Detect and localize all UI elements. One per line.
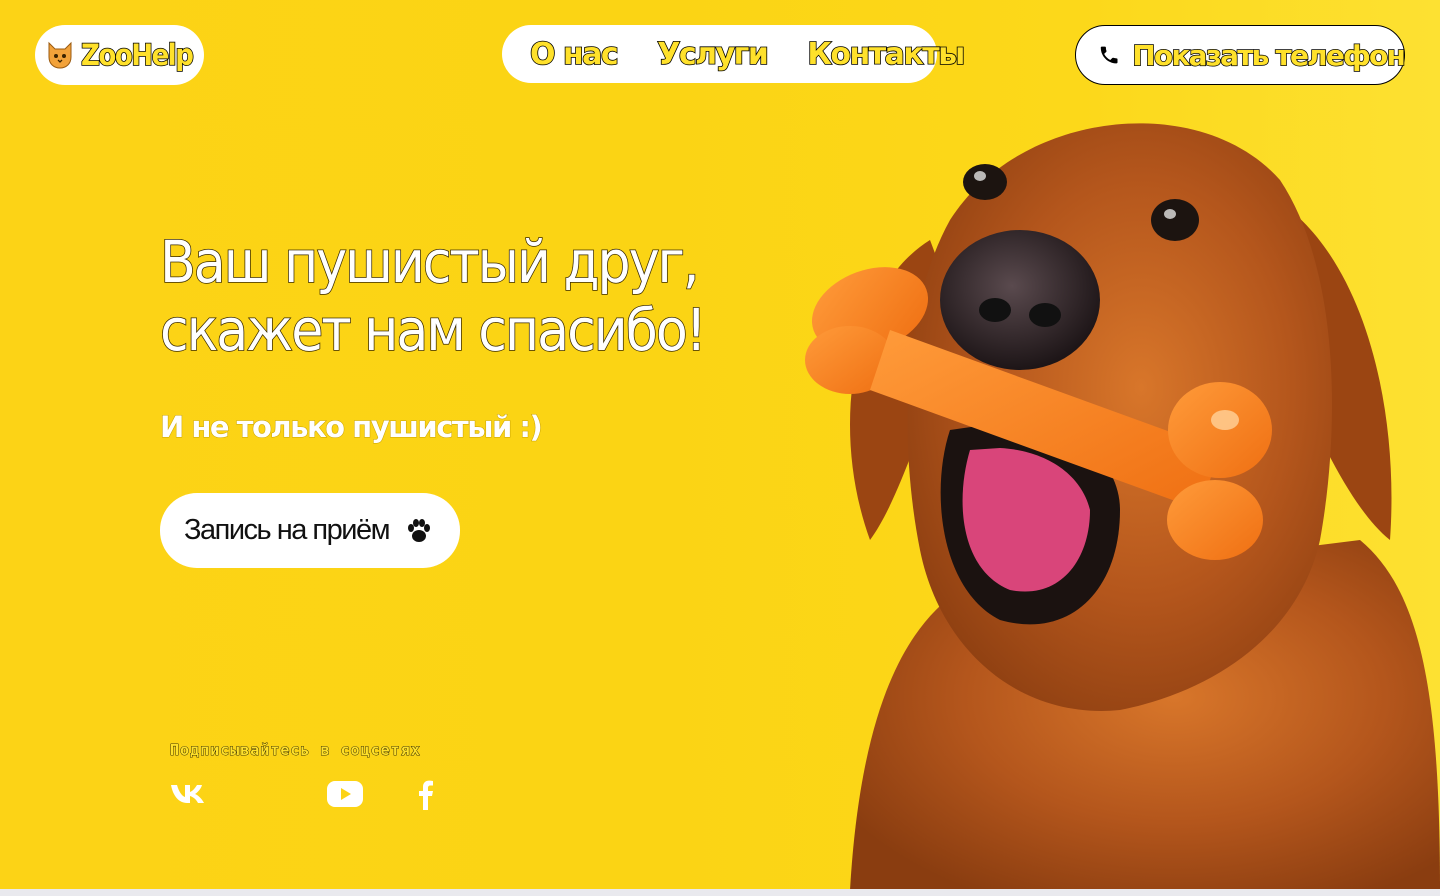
book-appointment-button[interactable]: Запись на приём: [160, 493, 460, 568]
facebook-icon: [419, 780, 433, 810]
youtube-link[interactable]: [326, 774, 364, 814]
hero-subtitle: И не только пушистый :): [159, 410, 543, 445]
vk-link[interactable]: [168, 774, 210, 814]
paw-icon: [408, 518, 431, 542]
dog-photo: [805, 123, 1440, 890]
hero-section: ZooHelp О нас Услуги Контакты Показать т…: [0, 0, 1440, 890]
logo-text: ZooHelp: [80, 37, 194, 73]
phone-icon: [1100, 46, 1118, 64]
facebook-link[interactable]: [414, 774, 436, 814]
cat-face-icon: [43, 38, 77, 72]
socials-caption: Подписывайтесь в соцсетях: [170, 741, 421, 760]
nav-link-contacts[interactable]: Контакты: [807, 36, 966, 73]
show-phone-button[interactable]: Показать телефон: [1075, 25, 1407, 85]
vk-icon: [171, 785, 204, 803]
page-bottom-edge: [0, 889, 1440, 896]
book-appointment-label: Запись на приём: [184, 514, 391, 546]
youtube-icon: [327, 781, 363, 807]
main-nav: О нас Услуги Контакты: [502, 25, 966, 83]
hero-title: Ваш пушистый друг, скажет нам спасибо!: [159, 227, 707, 365]
nav-link-services[interactable]: Услуги: [656, 36, 769, 73]
show-phone-label: Показать телефон: [1132, 38, 1407, 73]
logo[interactable]: ZooHelp: [35, 25, 204, 85]
nav-link-about[interactable]: О нас: [529, 36, 619, 73]
